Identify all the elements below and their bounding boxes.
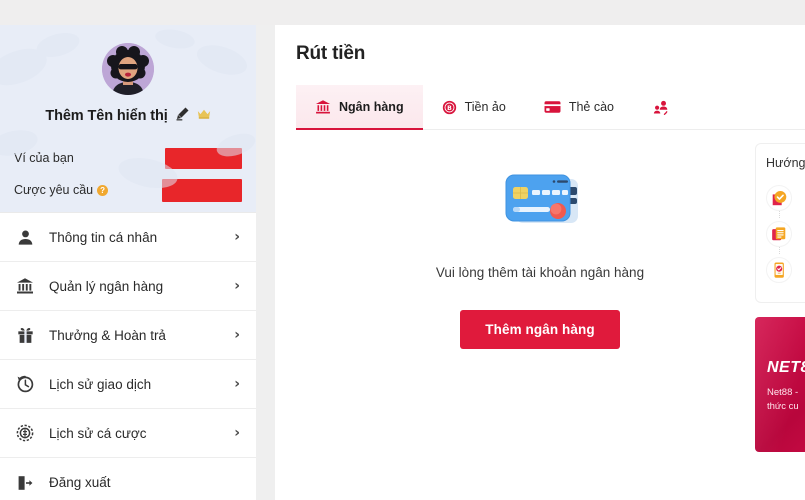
guide-step-1[interactable] [766, 180, 805, 216]
gift-icon [14, 327, 36, 344]
wallet-balance-value-redacted [165, 147, 242, 169]
bet-requirement-label: Cược yêu cầu ? [14, 183, 109, 197]
person-icon [14, 229, 36, 246]
wallet-summary: Ví của bạn Cược yêu cầu ? [0, 142, 256, 206]
tab-label: Thẻ cào [568, 100, 614, 114]
sidebar-item-label: Lịch sử cá cược [49, 425, 147, 441]
sidebar-item-label: Quản lý ngân hàng [49, 278, 164, 294]
empty-state-message: Vui lòng thêm tài khoản ngân hàng [435, 265, 645, 280]
orange-document-icon [766, 221, 792, 247]
tab-label: Ngân hàng [339, 100, 404, 114]
display-name-row: Thêm Tên hiển thị [0, 106, 256, 126]
bet-coin-icon [14, 424, 36, 442]
crypto-coin-icon: B [442, 100, 457, 115]
tab-prepaid-card[interactable]: Thẻ cào [525, 85, 633, 129]
sidebar-item-logout[interactable]: Đăng xuất [0, 458, 256, 500]
guide-title: Hướng dẫn [766, 156, 805, 170]
promo-logo: NET88 [767, 359, 805, 376]
tab-bank[interactable]: Ngân hàng [296, 85, 423, 130]
tab-label: Tiền ảo [464, 100, 506, 114]
bet-requirement-value-redacted [162, 178, 242, 202]
bank-icon [315, 99, 331, 115]
guide-steps [766, 180, 805, 288]
main-panel: Rút tiền Ngân hàng B Tiền ảo Thẻ cào Vui… [275, 25, 805, 500]
guide-card: Hướng dẫn [755, 143, 805, 303]
blue-credit-card-3d-icon [494, 165, 586, 245]
wallet-balance-row: Ví của bạn [14, 142, 242, 174]
withdraw-method-tabs: Ngân hàng B Tiền ảo Thẻ cào [296, 85, 805, 130]
orange-phone-verify-icon [766, 257, 792, 283]
bet-requirement-row: Cược yêu cầu ? [14, 174, 242, 206]
agent-people-icon [652, 99, 669, 116]
svg-text:B: B [447, 105, 452, 112]
question-mark-icon[interactable]: ? [97, 184, 109, 196]
bank-icon [14, 277, 36, 295]
chevron-right-icon: › [234, 376, 240, 392]
credit-card-icon [544, 100, 561, 114]
guide-step-2[interactable] [766, 216, 805, 252]
sidebar-item-bet-history[interactable]: Lịch sử cá cược › [0, 409, 256, 458]
sidebar-item-transaction-history[interactable]: Lịch sử giao dịch › [0, 360, 256, 409]
browser-top-band [0, 0, 805, 25]
add-bank-button[interactable]: Thêm ngân hàng [460, 310, 620, 349]
avatar[interactable] [102, 43, 154, 95]
sidebar-item-label: Đăng xuất [49, 475, 111, 490]
history-clock-icon [14, 375, 36, 393]
sidebar-item-label: Thưởng & Hoàn trả [49, 327, 166, 343]
bet-requirement-text: Cược yêu cầu [14, 183, 94, 197]
left-sidebar: Thêm Tên hiển thị Ví của bạn Cược yêu cầ… [0, 25, 256, 500]
chevron-right-icon: › [234, 425, 240, 441]
sidebar-item-personal-info[interactable]: Thông tin cá nhân › [0, 213, 256, 262]
crown-icon [197, 107, 211, 125]
sidebar-item-label: Lịch sử giao dịch [49, 376, 152, 392]
tab-agent[interactable] [633, 85, 696, 129]
chevron-right-icon: › [234, 327, 240, 343]
logout-icon [14, 474, 36, 492]
sidebar-item-bank-management[interactable]: Quản lý ngân hàng › [0, 262, 256, 311]
orange-check-circle-icon [766, 185, 792, 211]
user-avatar-woman-sunglasses-icon [102, 43, 154, 95]
promo-line-1: Net88 - [767, 387, 799, 398]
sidebar-item-label: Thông tin cá nhân [49, 229, 158, 245]
page-title: Rút tiền [296, 43, 366, 64]
tab-crypto[interactable]: B Tiền ảo [423, 85, 525, 129]
chevron-right-icon: › [234, 229, 240, 245]
page-root: Thêm Tên hiển thị Ví của bạn Cược yêu cầ… [0, 0, 805, 500]
profile-block: Thêm Tên hiển thị [0, 25, 256, 126]
right-rail: Hướng dẫn [755, 143, 805, 452]
chevron-right-icon: › [234, 278, 240, 294]
promo-line-2: thức cu [767, 400, 799, 412]
wallet-balance-label: Ví của bạn [14, 151, 74, 165]
sidebar-menu: Thông tin cá nhân › Quản lý ngân hàng › [0, 212, 256, 500]
sidebar-item-rewards-rebate[interactable]: Thưởng & Hoàn trả › [0, 311, 256, 360]
display-name: Thêm Tên hiển thị [45, 108, 168, 124]
promo-subtitle: Net88 - thức cu [767, 386, 805, 414]
empty-state: Vui lòng thêm tài khoản ngân hàng Thêm n… [275, 165, 805, 349]
pencil-icon[interactable] [175, 106, 190, 126]
promo-banner[interactable]: NET88 Net88 - thức cu [755, 317, 805, 452]
guide-step-3[interactable] [766, 252, 805, 288]
